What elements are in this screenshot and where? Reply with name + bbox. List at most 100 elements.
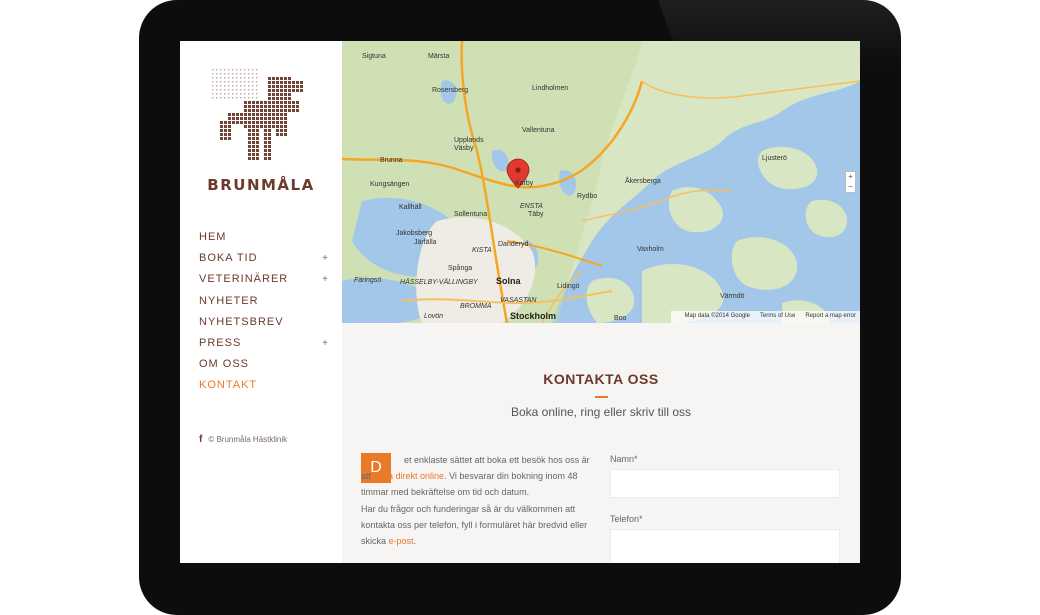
logo-pixel: [256, 157, 259, 160]
logo-pixel: [280, 113, 283, 116]
logo-pixel: [252, 145, 255, 148]
expand-plus-icon[interactable]: +: [322, 269, 329, 290]
logo-pixel: [276, 121, 279, 124]
logo-pixel: [224, 89, 226, 91]
logo-pixel: [288, 97, 291, 100]
logo-pixel: [252, 93, 254, 95]
logo-pixel: [280, 133, 283, 136]
logo-pixel: [212, 81, 214, 83]
logo-pixel: [216, 85, 218, 87]
logo-pixel: [248, 121, 251, 124]
horse-logo-icon[interactable]: [212, 69, 312, 169]
logo-pixel: [252, 89, 254, 91]
logo-pixel: [248, 125, 251, 128]
logo-pixel: [272, 89, 275, 92]
logo-pixel: [256, 89, 258, 91]
logo-pixel: [288, 77, 291, 80]
nav-item-om-oss[interactable]: OM OSS: [199, 354, 329, 375]
logo-pixel: [260, 105, 263, 108]
book-online-link[interactable]: boka direkt online: [374, 471, 445, 481]
logo-pixel: [284, 97, 287, 100]
map-place-label: Järfälla: [414, 239, 437, 246]
logo-pixel: [276, 133, 279, 136]
logo-pixel: [216, 73, 218, 75]
logo-pixel: [288, 109, 291, 112]
logo-pixel: [268, 157, 271, 160]
nav-item-nyhetsbrev[interactable]: NYHETSBREV: [199, 312, 329, 333]
nav-item-boka-tid[interactable]: BOKA TID +: [199, 248, 329, 269]
nav-label: BOKA TID: [199, 252, 258, 265]
nav-item-hem[interactable]: HEM: [199, 227, 329, 248]
expand-plus-icon[interactable]: +: [322, 333, 329, 354]
nav-label: NYHETSBREV: [199, 315, 284, 328]
logo-pixel: [264, 113, 267, 116]
logo-pixel: [236, 77, 238, 79]
nav-item-press[interactable]: PRESS +: [199, 333, 329, 354]
logo-pixel: [240, 121, 243, 124]
title-divider: [595, 396, 608, 398]
logo-pixel: [264, 153, 267, 156]
nav-item-kontakt[interactable]: KONTAKT: [199, 375, 329, 396]
logo-pixel: [244, 77, 246, 79]
logo-pixel: [232, 97, 234, 99]
logo-pixel: [260, 109, 263, 112]
map-place-label: Boo: [614, 315, 627, 322]
name-input[interactable]: [610, 469, 840, 498]
logo-pixel: [244, 73, 246, 75]
logo-pixel: [256, 105, 259, 108]
email-link[interactable]: e-post: [389, 536, 414, 546]
nav-item-nyheter[interactable]: NYHETER: [199, 291, 329, 312]
logo-pixel: [256, 77, 258, 79]
logo-pixel: [260, 113, 263, 116]
logo-pixel: [284, 109, 287, 112]
logo-pixel: [232, 77, 234, 79]
logo-pixel: [252, 73, 254, 75]
logo-pixel: [228, 113, 231, 116]
logo-pixel: [248, 141, 251, 144]
google-map[interactable]: Sigtuna Märsta Rosersberg Lindholmen Upp…: [342, 41, 860, 323]
logo-pixel: [284, 113, 287, 116]
logo-pixel: [252, 129, 255, 132]
logo-pixel: [224, 73, 226, 75]
logo-pixel: [276, 109, 279, 112]
logo-pixel: [244, 101, 247, 104]
nav-label: HEM: [199, 231, 227, 243]
map-place-label: Vallentuna: [522, 127, 555, 134]
zoom-out-button[interactable]: −: [846, 182, 855, 192]
logo-pixel: [232, 93, 234, 95]
logo-pixel: [240, 81, 242, 83]
logo-pixel: [220, 81, 222, 83]
logo-pixel: [252, 117, 255, 120]
logo-pixel: [268, 105, 271, 108]
expand-plus-icon[interactable]: +: [322, 248, 329, 269]
nav-label: OM OSS: [199, 358, 250, 371]
logo-pixel: [292, 81, 295, 84]
map-attribution: Map data ©2014 Google Terms of Use Report …: [670, 311, 860, 323]
zoom-in-button[interactable]: +: [846, 172, 855, 182]
logo-pixel: [248, 153, 251, 156]
logo-pixel: [256, 117, 259, 120]
report-error-link[interactable]: Report a map error: [805, 313, 856, 319]
nav-item-veterinarer[interactable]: VETERINÄRER +: [199, 269, 329, 290]
logo-pixel: [268, 113, 271, 116]
logo-pixel: [240, 89, 242, 91]
logo-pixel: [256, 69, 258, 71]
logo-pixel: [220, 73, 222, 75]
website-screen: BRUNMÅLA HEM BOKA TID + VETERINÄRER + NYHE…: [180, 41, 860, 563]
logo-pixel: [288, 81, 291, 84]
logo-pixel: [288, 101, 291, 104]
facebook-icon[interactable]: f: [199, 434, 202, 445]
logo-pixel: [248, 69, 250, 71]
terms-link[interactable]: Terms of Use: [760, 313, 795, 319]
logo-pixel: [272, 105, 275, 108]
logo-pixel: [220, 97, 222, 99]
logo-pixel: [252, 85, 254, 87]
logo-pixel: [220, 93, 222, 95]
logo-pixel: [276, 129, 279, 132]
logo-pixel: [284, 125, 287, 128]
phone-input[interactable]: [610, 529, 840, 563]
logo-pixel: [276, 81, 279, 84]
logo-pixel: [228, 93, 230, 95]
logo-pixel: [276, 77, 279, 80]
brand-name[interactable]: BRUNMÅLA: [180, 176, 342, 194]
